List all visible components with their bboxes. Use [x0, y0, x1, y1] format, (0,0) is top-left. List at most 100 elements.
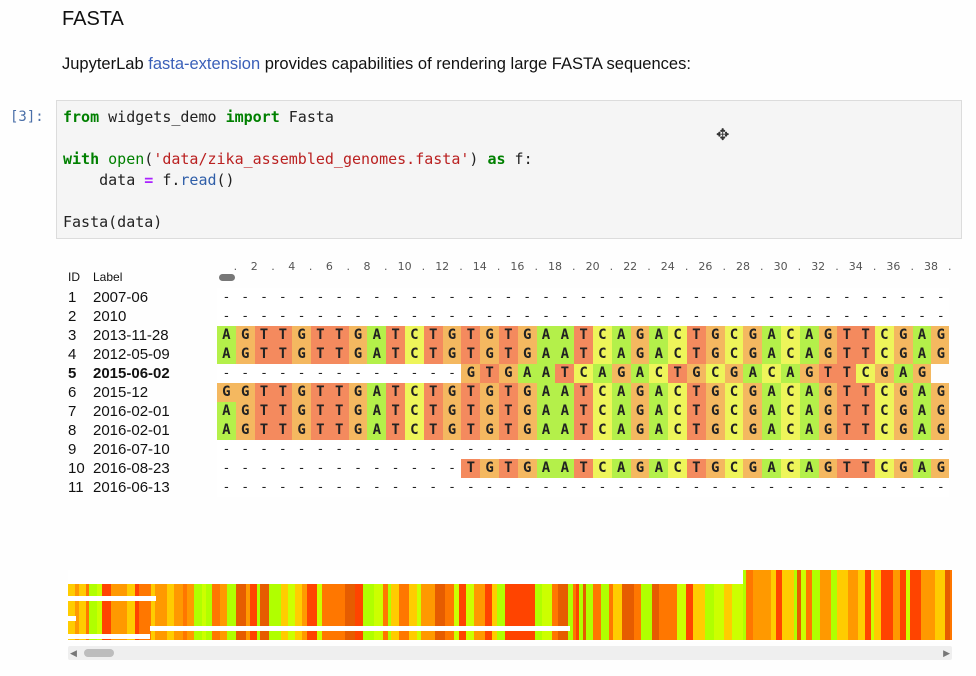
base-cell: A: [799, 345, 819, 364]
base-cell: -: [593, 478, 612, 497]
overview-stripe: [466, 584, 474, 640]
row-id: 9: [68, 441, 77, 458]
sequence-row[interactable]: 10 2016-08-23- - - - - - - - - - - - - T G T G A A T C A G A C T G C…: [0, 459, 976, 478]
base-cell: -: [442, 288, 462, 307]
row-label[interactable]: 2016-08-23: [93, 460, 170, 477]
base-cell: T: [461, 421, 481, 440]
base-cell: T: [499, 459, 518, 478]
base-cell: -: [875, 478, 894, 497]
row-label[interactable]: 2015-12: [93, 384, 148, 401]
sequence-track: ----------------------------------------…: [217, 288, 949, 307]
base-cell: A: [536, 364, 556, 383]
code-token: 'data/zika_assembled_genomes.fasta': [153, 150, 470, 168]
sequence-track: ----------------------------------------…: [217, 307, 949, 326]
ruler-tick: .: [572, 260, 576, 273]
row-label[interactable]: 2010: [93, 308, 126, 325]
overview-stripe: [111, 584, 118, 640]
sequence-row[interactable]: 2 2010- - - - - - - - - - - - - - - - - - - - - - - - - - - - - - - - - - -…: [0, 307, 976, 326]
overview-stripe: [613, 584, 622, 640]
base-cell: -: [499, 478, 518, 497]
base-cell: -: [611, 288, 631, 307]
code-cell-editor[interactable]: from widgets_demo import Fasta with open(…: [56, 100, 962, 239]
sequence-row[interactable]: 1 2007-06- - - - - - - - - - - - - - - - - - - - - - - - - - - - - - - -…: [0, 288, 976, 307]
base-cell: -: [574, 288, 593, 307]
base-cell: G: [480, 345, 499, 364]
base-cell: A: [611, 459, 631, 478]
base-cell: -: [386, 288, 405, 307]
overview-stripe: [127, 584, 135, 640]
base-cell: C: [875, 402, 894, 421]
sequence-row[interactable]: 8 2016-02-01 A G T T G T T G A T C T G T G T G A A T C A G A C T G C G…: [0, 421, 976, 440]
row-label[interactable]: 2013-11-28: [93, 327, 169, 344]
sequence-row[interactable]: 6 2015-12 G G T T G T T G A T C T G T G T G A A T C A G A C T G C G A C A…: [0, 383, 976, 402]
sequence-row[interactable]: 3 2013-11-28 A G T T G T T G A T C T G T G T G A A T C A G A C T G C G…: [0, 326, 976, 345]
base-cell: -: [235, 478, 255, 497]
base-cell: C: [705, 364, 725, 383]
sequence-row[interactable]: 11 2016-06-13- - - - - - - - - - - - - - - - - - - - - - - - - - - -…: [0, 478, 976, 497]
triangle-right-icon[interactable]: ▶: [943, 646, 950, 660]
base-cell: -: [235, 364, 255, 383]
fasta-extension-link[interactable]: fasta-extension: [148, 55, 260, 73]
sequence-row[interactable]: 4 2012-05-09 A G T T G T T G A T C T G T G T G A A T C A G A C T G C G…: [0, 345, 976, 364]
base-cell: T: [386, 326, 405, 345]
row-label[interactable]: 2016-06-13: [93, 479, 170, 496]
ruler-slider-handle[interactable]: [219, 274, 235, 281]
row-label[interactable]: 2016-02-01: [93, 403, 170, 420]
base-cell: G: [931, 326, 949, 345]
base-cell: -: [705, 307, 725, 326]
sequence-row[interactable]: 9 2016-07-10- - - - - - - - - - - - - - - - - - - - - - - - - - - - -…: [0, 440, 976, 459]
sequence-track: ----------------------------------------…: [217, 478, 949, 497]
base-cell: -: [292, 364, 311, 383]
code-token: data: [63, 171, 145, 189]
base-cell: -: [705, 288, 725, 307]
triangle-left-icon[interactable]: ◀: [70, 646, 77, 660]
base-cell: T: [329, 383, 349, 402]
row-label[interactable]: 2015-06-02: [93, 365, 170, 382]
base-cell: A: [536, 402, 556, 421]
base-cell: G: [818, 383, 838, 402]
base-cell: T: [499, 421, 518, 440]
base-cell: C: [405, 402, 424, 421]
base-cell: A: [762, 421, 781, 440]
position-ruler: . 2. 4. 6. 8. 10. 12. 14. 16. 18. 20. 22. 24. 26. 28. 3…: [226, 260, 956, 274]
ruler-tick: 38: [923, 260, 938, 273]
base-cell: G: [687, 364, 706, 383]
ruler-tick: .: [421, 260, 426, 273]
base-cell: A: [367, 326, 387, 345]
row-label[interactable]: 2012-05-09: [93, 346, 170, 363]
base-cell: G: [743, 326, 763, 345]
base-cell: -: [856, 440, 875, 459]
sequence-row[interactable]: 5 2015-06-02- - - - - - - - - - - - - G T G A A T C A G A C T G C G A…: [0, 364, 976, 383]
scrollbar-thumb[interactable]: [84, 649, 114, 657]
base-cell: -: [499, 307, 518, 326]
sequence-overview-minimap[interactable]: [68, 570, 952, 642]
base-cell: -: [912, 288, 932, 307]
overview-stripe: [333, 584, 345, 640]
row-label[interactable]: 2007-06: [93, 289, 148, 306]
base-cell: C: [668, 402, 687, 421]
row-id: 7: [68, 403, 77, 420]
overview-stripe: [746, 570, 753, 640]
base-cell: G: [442, 326, 462, 345]
sequence-row[interactable]: 7 2016-02-01 A G T T G T T G A T C T G T G T G A A T C A G A C T G C G…: [0, 402, 976, 421]
base-cell: -: [217, 478, 236, 497]
code-text[interactable]: from widgets_demo import Fasta with open(…: [57, 101, 961, 239]
overview-stripe: [435, 584, 445, 640]
ruler-tick: 34: [848, 260, 863, 273]
base-cell: G: [517, 383, 537, 402]
base-cell: T: [574, 326, 593, 345]
row-label[interactable]: 2016-02-01: [93, 422, 170, 439]
row-label[interactable]: 2016-07-10: [93, 441, 170, 458]
base-cell: -: [254, 478, 274, 497]
sequence-track: -------------GTGAATCAGACTGCGACAGTTCGAG--…: [217, 364, 949, 383]
base-cell: T: [461, 326, 481, 345]
base-cell: C: [781, 402, 800, 421]
base-cell: -: [893, 478, 913, 497]
overview-stripe: [68, 584, 75, 640]
base-cell: -: [273, 288, 293, 307]
code-token: with: [63, 150, 100, 168]
base-cell: -: [762, 478, 781, 497]
base-cell: T: [499, 402, 518, 421]
horizontal-scrollbar[interactable]: ◀ ▶: [68, 646, 952, 660]
fasta-viewer[interactable]: . 2. 4. 6. 8. 10. 12. 14. 16. 18. 20. 22. 24. 26. 28. 3…: [0, 250, 976, 670]
